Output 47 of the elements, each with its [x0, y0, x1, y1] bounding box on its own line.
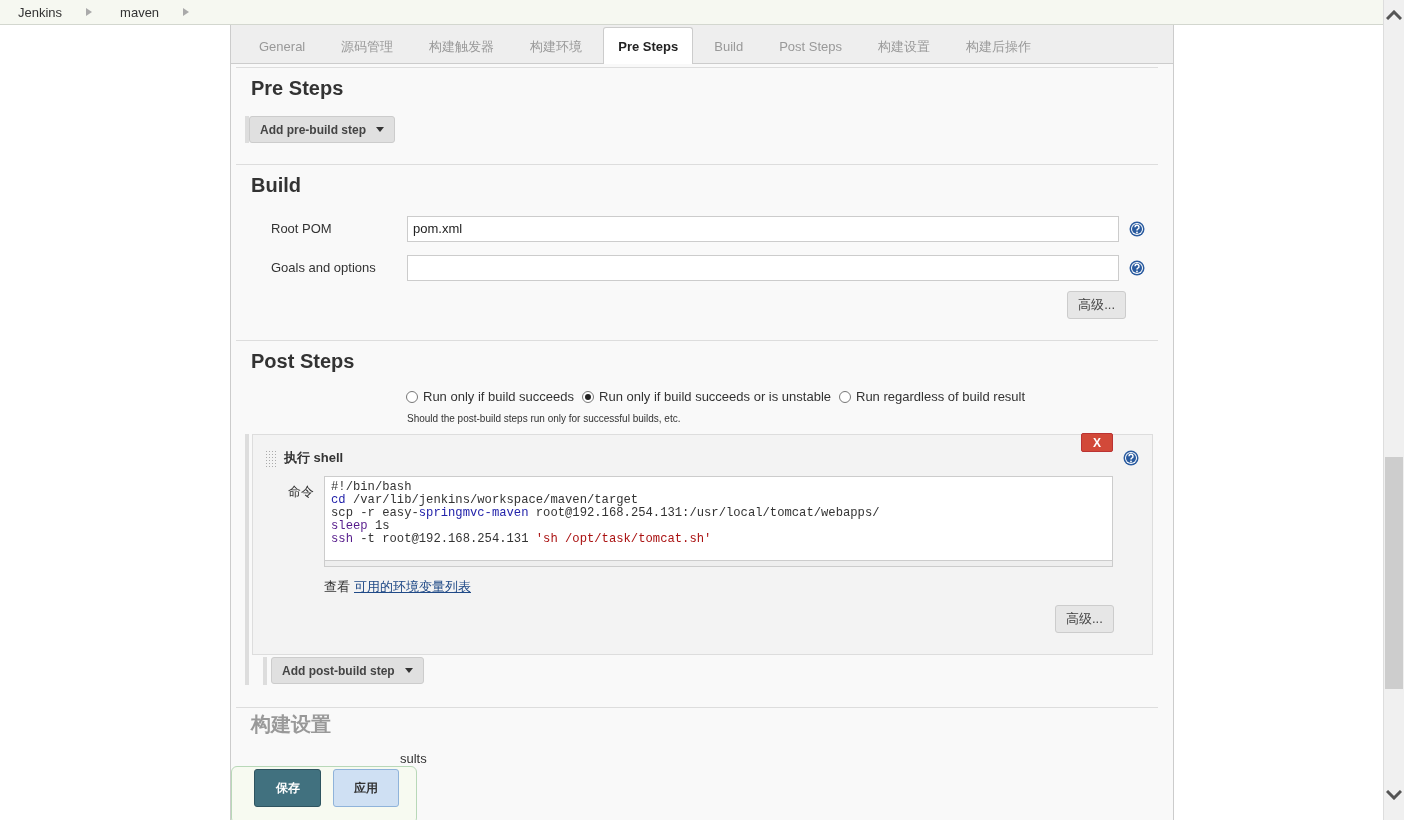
- help-icon[interactable]: [1129, 220, 1145, 237]
- save-button[interactable]: 保存: [254, 769, 321, 807]
- breadcrumb-link[interactable]: Jenkins: [18, 4, 63, 20]
- code-line: #!/bin/bash: [331, 481, 412, 494]
- caret-icon: [376, 127, 384, 132]
- radio-label[interactable]: Run only if build succeeds or is unstable: [599, 389, 831, 404]
- section-heading: 构建设置: [249, 712, 332, 736]
- code-line: cd /var/lib/jenkins/workspace/maven/target: [331, 494, 639, 507]
- code-line: sleep 1s: [331, 520, 390, 533]
- caret-icon: [404, 668, 413, 673]
- field-label: Root POM: [270, 221, 333, 236]
- code-line: scp -r easy-springmvc-maven root@192.168.254.131:/usr/local/tomcat/webapps/: [331, 507, 880, 520]
- scroll-down-icon[interactable]: [1386, 790, 1402, 800]
- field-label: Goals and options: [270, 260, 377, 275]
- breadcrumb-link[interactable]: maven: [120, 4, 160, 20]
- help-icon[interactable]: [1123, 450, 1139, 466]
- input-field[interactable]: [407, 254, 1119, 281]
- scrollbar-thumb[interactable]: [1385, 457, 1403, 689]
- radio-button[interactable]: [839, 390, 851, 403]
- help-icon[interactable]: [1129, 259, 1145, 276]
- section-heading: Pre Steps: [250, 76, 345, 100]
- chevron-icon[interactable]: [86, 8, 93, 16]
- delete-button[interactable]: X: [1081, 433, 1113, 452]
- add-step-button[interactable]: Add post-build step: [271, 657, 424, 684]
- code-editor[interactable]: #!/bin/bash cd /var/lib/jenkins/workspace/maven/target scp -r easy-springmvc-maven root@192.168.254.131:/usr/local/tomcat/webapps/ sleep 1s ssh -t root@192.168.254.131 'sh /opt/task/tomcat.sh': [324, 476, 1113, 567]
- scroll-up-icon[interactable]: [1386, 10, 1402, 20]
- step-title: 执行 shell: [284, 449, 344, 467]
- add-step-button[interactable]: Add pre-build step: [249, 116, 395, 143]
- section-heading: Post Steps: [250, 349, 356, 373]
- code-line: ssh -t root@192.168.254.131 'sh /opt/task/tomcat.sh': [331, 533, 712, 546]
- radio-label[interactable]: Run regardless of build result: [856, 389, 1026, 404]
- field-label: 命令: [288, 483, 314, 501]
- hint-text: Should the post-build steps run only for successful builds, etc.: [406, 413, 682, 424]
- checkbox-label[interactable]: sults: [400, 751, 427, 766]
- label-text: 查看: [324, 578, 350, 596]
- advanced-button[interactable]: 高级...: [1055, 605, 1114, 633]
- input-field[interactable]: pom.xml: [407, 215, 1119, 242]
- radio-label[interactable]: Run only if build succeeds: [423, 389, 575, 404]
- env-vars-link[interactable]: 可用的环境变量列表: [354, 578, 471, 596]
- apply-button[interactable]: 应用: [333, 769, 399, 807]
- tab[interactable]: Pre Steps: [603, 27, 694, 64]
- radio-button[interactable]: [582, 390, 595, 403]
- scrollbar[interactable]: [1383, 0, 1404, 820]
- section-heading: Build: [250, 173, 302, 197]
- advanced-button[interactable]: 高级...: [1067, 291, 1126, 319]
- chevron-icon[interactable]: [183, 8, 190, 16]
- radio-button[interactable]: [406, 390, 418, 403]
